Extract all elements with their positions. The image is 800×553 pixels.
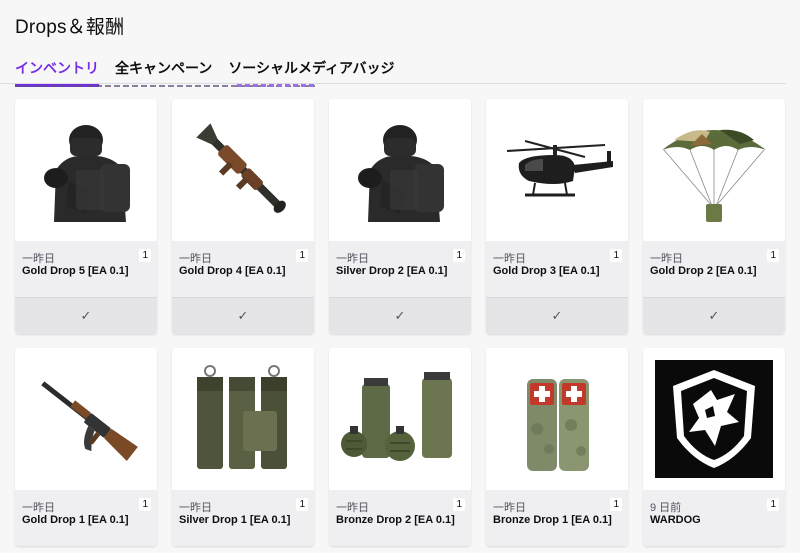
- drop-count-badge: 1: [296, 498, 308, 511]
- drop-date: 一昨日: [493, 253, 526, 265]
- drop-image: [486, 99, 628, 241]
- check-icon: ✓: [394, 308, 406, 323]
- grenades-icon: [341, 372, 452, 461]
- drop-card[interactable]: 一昨日 1 Silver Drop 2 [EA 0.1] ✓: [329, 99, 471, 334]
- claimed-check: ✓: [486, 297, 628, 334]
- drop-card[interactable]: 一昨日 1 Gold Drop 5 [EA 0.1] ✓: [15, 99, 157, 334]
- drop-info: 一昨日 1 Bronze Drop 1 [EA 0.1]: [486, 490, 628, 546]
- drop-image: [15, 348, 157, 490]
- drop-count-badge: 1: [139, 498, 151, 511]
- drop-date: 9 日前: [650, 502, 682, 514]
- drop-name: Bronze Drop 2 [EA 0.1]: [336, 514, 455, 526]
- rpg-launcher-icon: [196, 123, 286, 213]
- check-icon: ✓: [708, 308, 720, 323]
- drop-date: 一昨日: [179, 502, 212, 514]
- drop-image: [172, 348, 314, 490]
- claimed-check: ✓: [15, 297, 157, 334]
- claimed-check: ✓: [329, 297, 471, 334]
- drop-name: Gold Drop 2 [EA 0.1]: [650, 265, 757, 277]
- check-icon: ✓: [237, 308, 249, 323]
- drop-card[interactable]: 一昨日 1 Gold Drop 4 [EA 0.1] ✓: [172, 99, 314, 334]
- drop-count-badge: 1: [296, 249, 308, 262]
- drop-info: 一昨日 1 Silver Drop 2 [EA 0.1]: [329, 241, 471, 297]
- drop-count-badge: 1: [767, 249, 779, 262]
- drop-image: [15, 99, 157, 241]
- drop-count-badge: 1: [139, 249, 151, 262]
- drop-image: [486, 348, 628, 490]
- drop-card[interactable]: 一昨日 1 Silver Drop 1 [EA 0.1]: [172, 348, 314, 546]
- claimed-check: ✓: [643, 297, 785, 334]
- check-icon: ✓: [80, 308, 92, 323]
- soldier-icon: [44, 125, 130, 222]
- drop-card[interactable]: 一昨日 1 Gold Drop 3 [EA 0.1] ✓: [486, 99, 628, 334]
- drop-card[interactable]: 一昨日 1 Gold Drop 2 [EA 0.1] ✓: [643, 99, 785, 334]
- drop-name: Gold Drop 4 [EA 0.1]: [179, 265, 286, 277]
- drop-info: 一昨日 1 Bronze Drop 2 [EA 0.1]: [329, 490, 471, 546]
- drop-date: 一昨日: [336, 253, 369, 265]
- drop-info: 一昨日 1 Gold Drop 3 [EA 0.1]: [486, 241, 628, 297]
- drop-info: 一昨日 1 Gold Drop 4 [EA 0.1]: [172, 241, 314, 297]
- drop-name: Silver Drop 2 [EA 0.1]: [336, 265, 448, 277]
- drop-name: Gold Drop 1 [EA 0.1]: [22, 514, 129, 526]
- drop-count-badge: 1: [610, 249, 622, 262]
- cut-off-notice-text: [15, 84, 315, 89]
- drop-card[interactable]: 一昨日 1 Gold Drop 1 [EA 0.1]: [15, 348, 157, 546]
- ammo-pouches-icon: [197, 365, 287, 469]
- drop-card[interactable]: 一昨日 1 Bronze Drop 2 [EA 0.1]: [329, 348, 471, 546]
- drop-name: Silver Drop 1 [EA 0.1]: [179, 514, 291, 526]
- drop-count-badge: 1: [610, 498, 622, 511]
- drop-count-badge: 1: [767, 498, 779, 511]
- rifle-icon: [41, 381, 138, 462]
- drop-name: Gold Drop 3 [EA 0.1]: [493, 265, 600, 277]
- drop-name: Bronze Drop 1 [EA 0.1]: [493, 514, 612, 526]
- wardog-logo-icon: [655, 360, 773, 478]
- drop-date: 一昨日: [493, 502, 526, 514]
- drop-info: 一昨日 1 Silver Drop 1 [EA 0.1]: [172, 490, 314, 546]
- drop-info: 9 日前 1 WARDOG: [643, 490, 785, 546]
- drop-image: [329, 348, 471, 490]
- drop-card[interactable]: 9 日前 1 WARDOG: [643, 348, 785, 546]
- drop-image: [329, 99, 471, 241]
- drop-info: 一昨日 1 Gold Drop 2 [EA 0.1]: [643, 241, 785, 297]
- drop-count-badge: 1: [453, 498, 465, 511]
- claimed-check: ✓: [172, 297, 314, 334]
- medkit-pouches-icon: [527, 379, 589, 471]
- cut-off-notice-link[interactable]: [237, 84, 315, 87]
- parachute-icon: [662, 129, 766, 222]
- drop-image: [643, 99, 785, 241]
- drop-date: 一昨日: [179, 253, 212, 265]
- drop-image: [172, 99, 314, 241]
- drop-date: 一昨日: [22, 253, 55, 265]
- drop-date: 一昨日: [650, 253, 683, 265]
- drop-info: 一昨日 1 Gold Drop 5 [EA 0.1]: [15, 241, 157, 297]
- drop-count-badge: 1: [453, 249, 465, 262]
- drop-name: WARDOG: [650, 514, 701, 526]
- check-icon: ✓: [551, 308, 563, 323]
- drop-info: 一昨日 1 Gold Drop 1 [EA 0.1]: [15, 490, 157, 546]
- page-title: Drops＆報酬: [15, 17, 125, 38]
- drop-date: 一昨日: [336, 502, 369, 514]
- drop-name: Gold Drop 5 [EA 0.1]: [22, 265, 129, 277]
- soldier-icon: [358, 125, 444, 222]
- drop-card[interactable]: 一昨日 1 Bronze Drop 1 [EA 0.1]: [486, 348, 628, 546]
- drop-image: [643, 348, 785, 490]
- helicopter-icon: [506, 140, 613, 197]
- drop-date: 一昨日: [22, 502, 55, 514]
